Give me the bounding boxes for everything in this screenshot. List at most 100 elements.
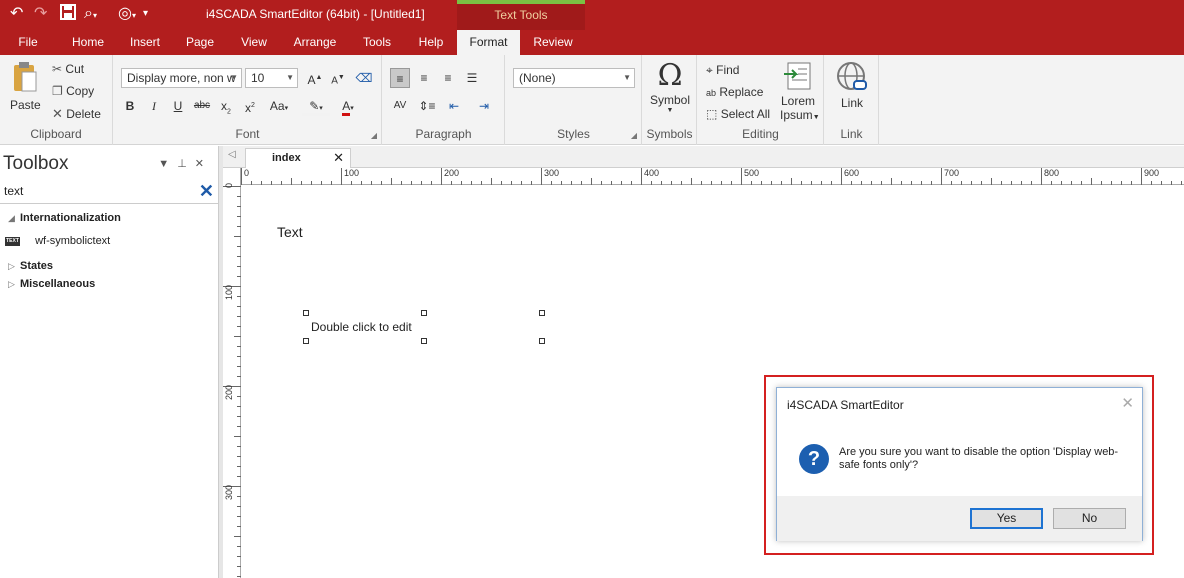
preview-icon[interactable]: ⌕▾ — [84, 4, 97, 26]
change-case-icon[interactable]: Aa▾ — [264, 96, 294, 116]
ruler-label: 500 — [744, 168, 760, 178]
grow-font-icon[interactable]: A▲ — [305, 68, 325, 88]
ruler-label: 100 — [224, 284, 234, 300]
line-spacing-icon[interactable]: ⇕≡ — [414, 96, 440, 116]
italic-icon[interactable]: I — [144, 96, 164, 116]
tab-help[interactable]: Help — [409, 30, 453, 55]
ruler-label: 700 — [944, 168, 960, 178]
resize-handle[interactable] — [303, 310, 309, 316]
yes-button[interactable]: Yes — [970, 508, 1043, 529]
tab-view[interactable]: View — [232, 30, 276, 55]
resize-handle[interactable] — [303, 338, 309, 344]
close-icon[interactable]: ✕ — [1121, 394, 1134, 412]
character-spacing-icon[interactable]: AV — [390, 96, 410, 116]
subscript-icon[interactable]: x2 — [216, 96, 236, 116]
toolbox-item-wf-symbolictext[interactable]: TEXT wf-symbolictext — [5, 235, 110, 247]
lorem-ipsum-button[interactable]: Lorem Ipsum▼ — [780, 61, 820, 122]
find-label: Find — [716, 63, 740, 77]
tab-page[interactable]: Page — [178, 30, 222, 55]
align-center-icon[interactable]: ≡ — [414, 68, 434, 88]
strikethrough-icon[interactable]: abc — [192, 96, 212, 116]
tab-insert[interactable]: Insert — [122, 30, 168, 55]
link-label: Link — [840, 96, 863, 110]
globe-icon[interactable]: ◎▾ — [118, 4, 136, 26]
dropdown-icon[interactable]: ▼ — [158, 158, 177, 170]
resize-handle[interactable] — [539, 338, 545, 344]
align-right-icon[interactable]: ≡ — [438, 68, 458, 88]
styles-combo[interactable]: (None) ▼ — [513, 68, 635, 88]
no-button[interactable]: No — [1053, 508, 1126, 529]
pin-icon[interactable]: ⊥ — [177, 158, 195, 170]
confirm-dialog: i4SCADA SmartEditor ✕ ? Are you sure you… — [776, 387, 1143, 541]
text-icon: TEXT — [5, 236, 20, 246]
replace-button[interactable]: ab Replace — [706, 85, 763, 99]
customize-qa-icon[interactable]: ▾ — [143, 4, 148, 24]
font-family-combo[interactable]: Display more, non w ▼ — [121, 68, 242, 88]
find-button[interactable]: ⌖ Find — [706, 63, 739, 78]
delete-icon: ✕ — [52, 106, 63, 121]
superscript-icon[interactable]: x2 — [240, 96, 260, 116]
undo-icon[interactable]: ↶ — [10, 4, 23, 24]
link-group: Link Link — [825, 55, 879, 145]
close-icon[interactable]: ✕ — [195, 158, 212, 170]
chevron-down-icon: ▼ — [623, 73, 631, 82]
ruler-label: 300 — [224, 484, 234, 500]
copy-button[interactable]: ❐ Copy — [52, 84, 94, 98]
window-title: i4SCADA SmartEditor (64bit) - [Untitled1… — [206, 7, 425, 21]
justify-icon[interactable]: ☰ — [462, 68, 482, 88]
lorem-label: Lorem — [780, 94, 815, 108]
category-miscellaneous[interactable]: ▷ Miscellaneous — [8, 278, 95, 290]
tab-format[interactable]: Format — [457, 30, 520, 55]
tab-file[interactable]: File — [8, 30, 48, 55]
symbol-button[interactable]: Ω Symbol ▼ — [649, 59, 691, 115]
ruler-label: 800 — [1044, 168, 1060, 178]
ribbon: Paste ✂ Cut ❐ Copy ✕ Delete Clipboard Di… — [0, 55, 1184, 145]
ruler-label: 200 — [224, 384, 234, 400]
category-internationalization[interactable]: ◢ Internationalization — [8, 212, 121, 224]
clear-format-icon[interactable]: ⌫ — [354, 68, 374, 88]
tab-arrange[interactable]: Arrange — [285, 30, 345, 55]
select-all-icon: ⬚ — [706, 107, 718, 121]
save-icon[interactable] — [60, 4, 76, 26]
toolbox-search[interactable]: text ✕ — [0, 180, 218, 204]
clipboard-group: Paste ✂ Cut ❐ Copy ✕ Delete Clipboard — [0, 55, 113, 145]
shrink-font-icon[interactable]: A▼ — [328, 68, 348, 88]
select-all-label: Select All — [720, 107, 771, 121]
toolbox-search-input[interactable]: text — [4, 184, 23, 198]
chevron-down-icon: ▼ — [230, 73, 238, 82]
font-color-icon[interactable]: A▾ — [334, 96, 362, 116]
clear-search-icon[interactable]: ✕ — [199, 181, 214, 202]
resize-handle[interactable] — [421, 338, 427, 344]
align-left-icon[interactable]: ≡ — [390, 68, 410, 88]
selected-text-element[interactable]: Double click to edit — [311, 320, 412, 334]
select-all-button[interactable]: ⬚ Select All — [706, 107, 770, 121]
ribbon-tabs: File Home Insert Page View Arrange Tools… — [0, 30, 1184, 55]
tab-review[interactable]: Review — [526, 30, 580, 55]
underline-icon[interactable]: U — [168, 96, 188, 116]
increase-indent-icon[interactable]: ⇥ — [474, 96, 494, 116]
highlight-color-icon[interactable]: ✎▾ — [302, 96, 330, 116]
link-button[interactable]: Link — [835, 61, 869, 110]
resize-handle[interactable] — [539, 310, 545, 316]
tab-tools[interactable]: Tools — [355, 30, 399, 55]
paragraph-group: ≡ ≡ ≡ ☰ AV ⇕≡ ⇤ ⇥ Paragraph — [383, 55, 505, 145]
delete-button[interactable]: ✕ Delete — [52, 106, 101, 122]
canvas-text-element[interactable]: Text — [277, 224, 303, 240]
document-tab-index[interactable]: index ✕ — [245, 148, 351, 168]
document-tabs: ◁ index ✕ — [223, 146, 1184, 168]
paste-icon — [14, 62, 37, 92]
chevron-down-icon: ▼ — [286, 73, 294, 82]
bold-icon[interactable]: B — [120, 96, 140, 116]
close-icon[interactable]: ✕ — [333, 149, 344, 167]
editing-group: ⌖ Find ab Replace ⬚ Select All Lorem Ips… — [698, 55, 824, 145]
cut-button[interactable]: ✂ Cut — [52, 62, 84, 76]
scroll-left-icon[interactable]: ◁ — [228, 149, 236, 160]
category-states[interactable]: ▷ States — [8, 260, 53, 272]
delete-label: Delete — [66, 107, 101, 121]
tab-home[interactable]: Home — [64, 30, 112, 55]
font-size-combo[interactable]: 10 ▼ — [245, 68, 298, 88]
decrease-indent-icon[interactable]: ⇤ — [444, 96, 464, 116]
redo-icon[interactable]: ↷ — [34, 4, 47, 24]
resize-handle[interactable] — [421, 310, 427, 316]
paste-button[interactable]: Paste — [10, 61, 41, 112]
